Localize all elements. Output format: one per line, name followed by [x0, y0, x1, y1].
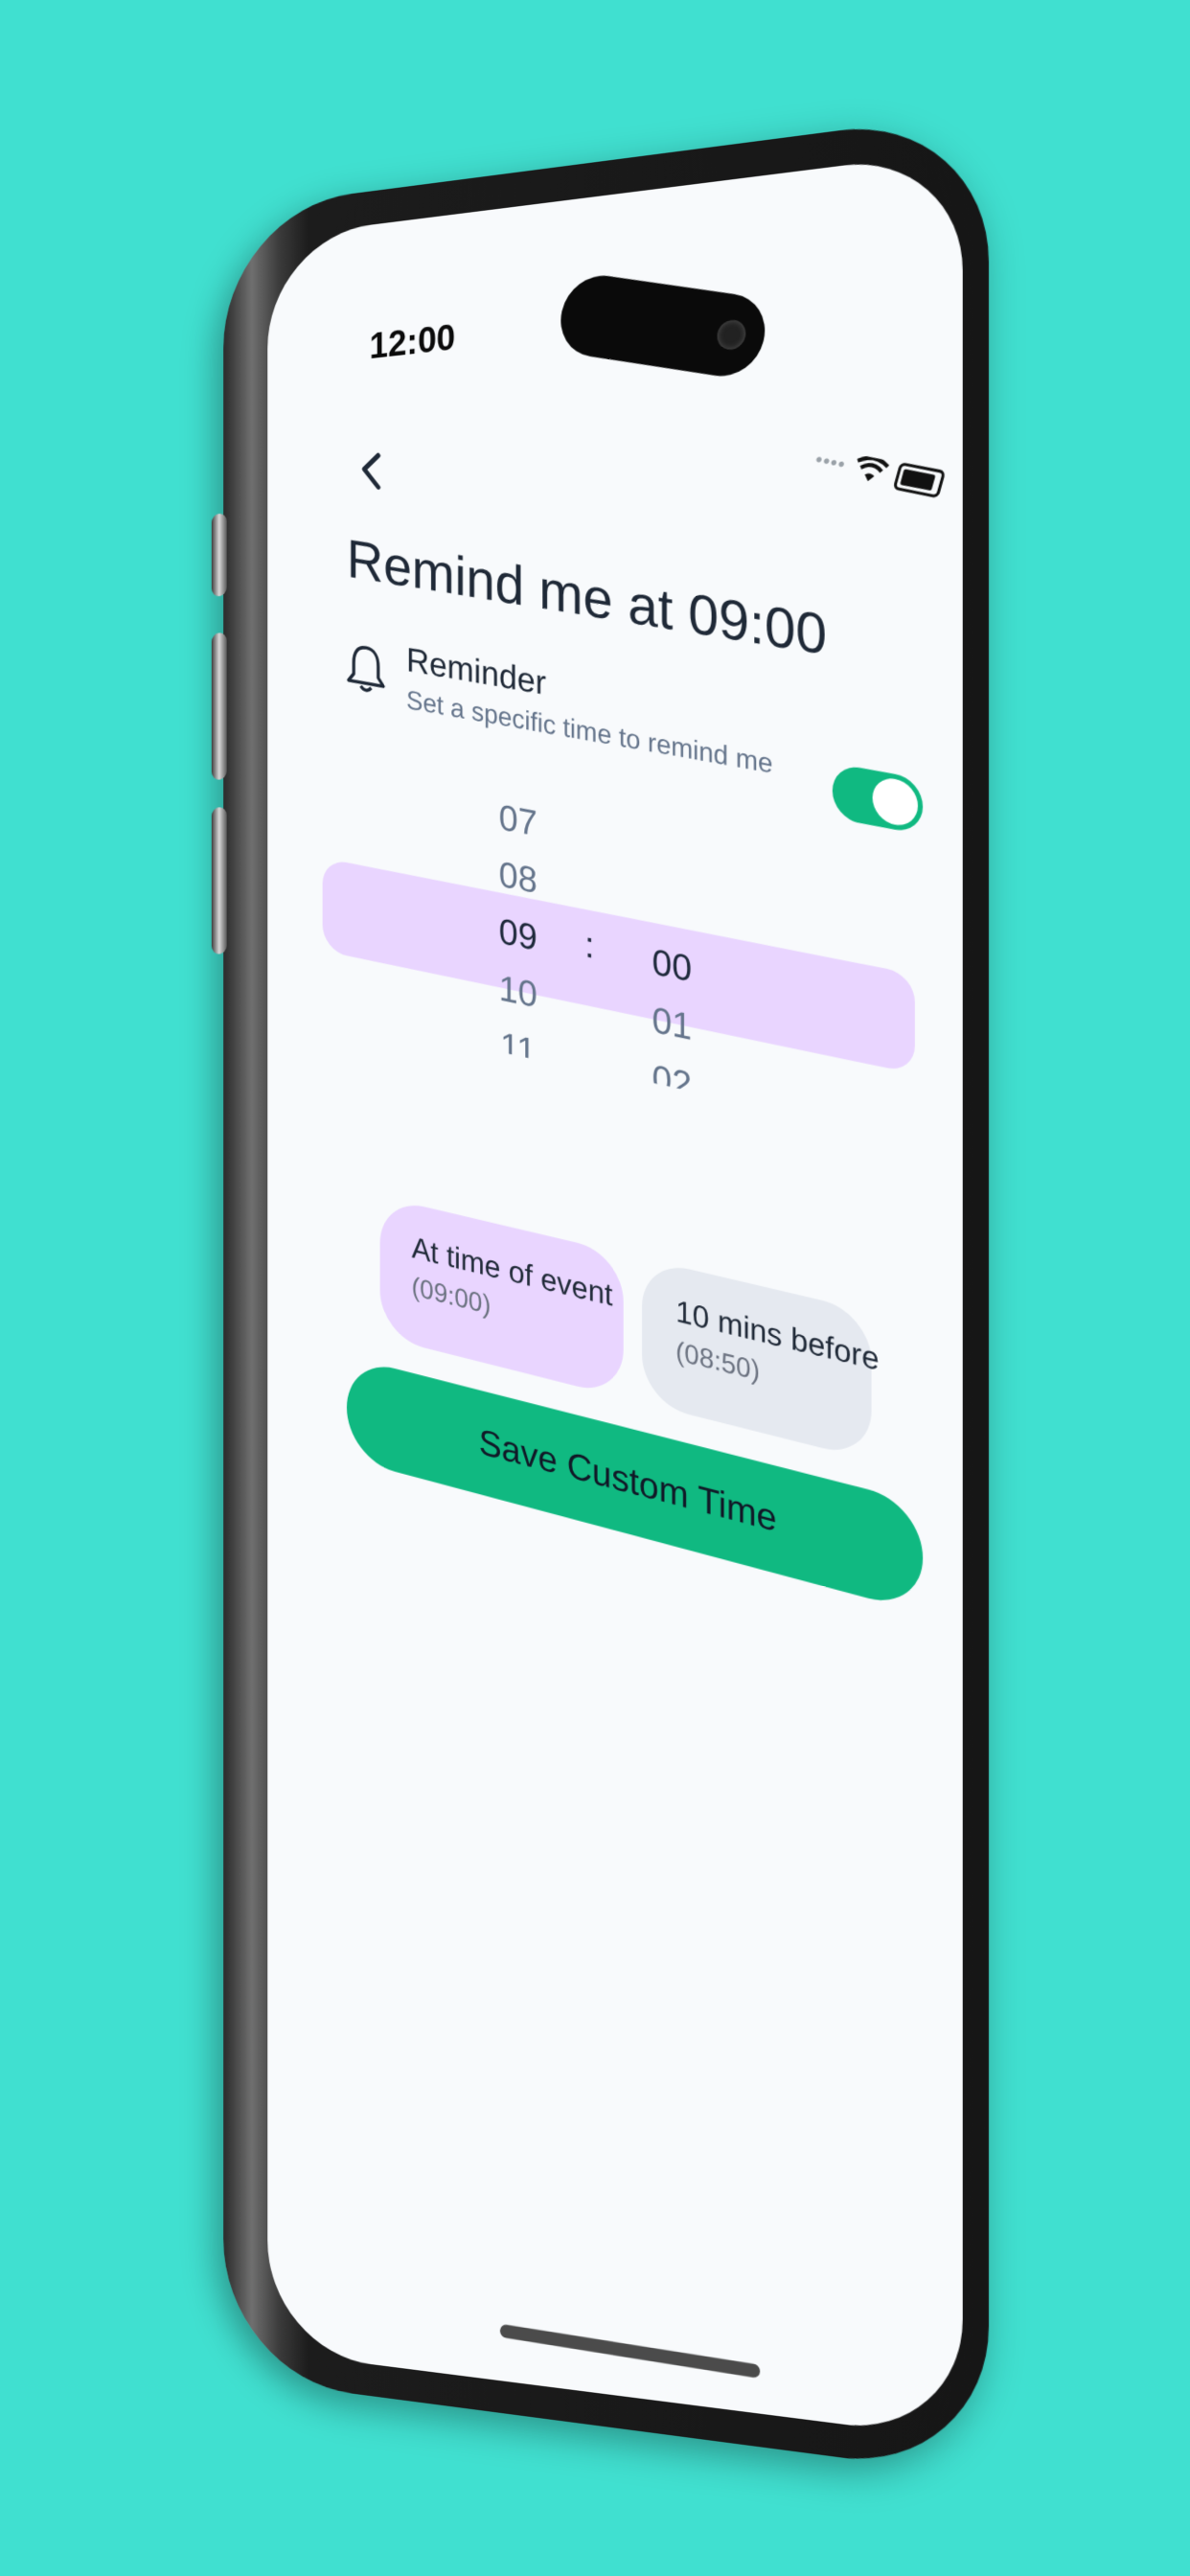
- picker-selection-band: [322, 858, 915, 1074]
- toggle-knob: [872, 774, 918, 829]
- phone-screen: 12:00 •••• Remind me at 09:00 Reminder S…: [267, 150, 963, 2440]
- minute-option[interactable]: 02: [634, 1054, 709, 1095]
- reminder-description: Set a specific time to remind me: [406, 684, 773, 779]
- chevron-left-icon: [354, 445, 389, 496]
- action-button: [211, 513, 227, 597]
- volume-up-button: [211, 632, 227, 781]
- back-button[interactable]: [354, 445, 398, 498]
- reminder-toggle[interactable]: [832, 763, 924, 835]
- volume-down-button: [211, 806, 227, 954]
- hour-option[interactable]: 07: [482, 794, 555, 849]
- time-separator: :: [584, 924, 595, 967]
- stage: 12:00 •••• Remind me at 09:00 Reminder S…: [0, 0, 1190, 2576]
- preset-10-mins-before[interactable]: 10 mins before (08:50): [642, 1257, 879, 1461]
- phone-device: 12:00 •••• Remind me at 09:00 Reminder S…: [211, 110, 990, 2477]
- screen-content: Remind me at 09:00 Reminder Set a specif…: [267, 238, 963, 2439]
- preset-at-time-of-event[interactable]: At time of event (09:00): [379, 1196, 624, 1398]
- bell-icon: [345, 638, 387, 698]
- hour-option[interactable]: 11: [482, 1022, 555, 1064]
